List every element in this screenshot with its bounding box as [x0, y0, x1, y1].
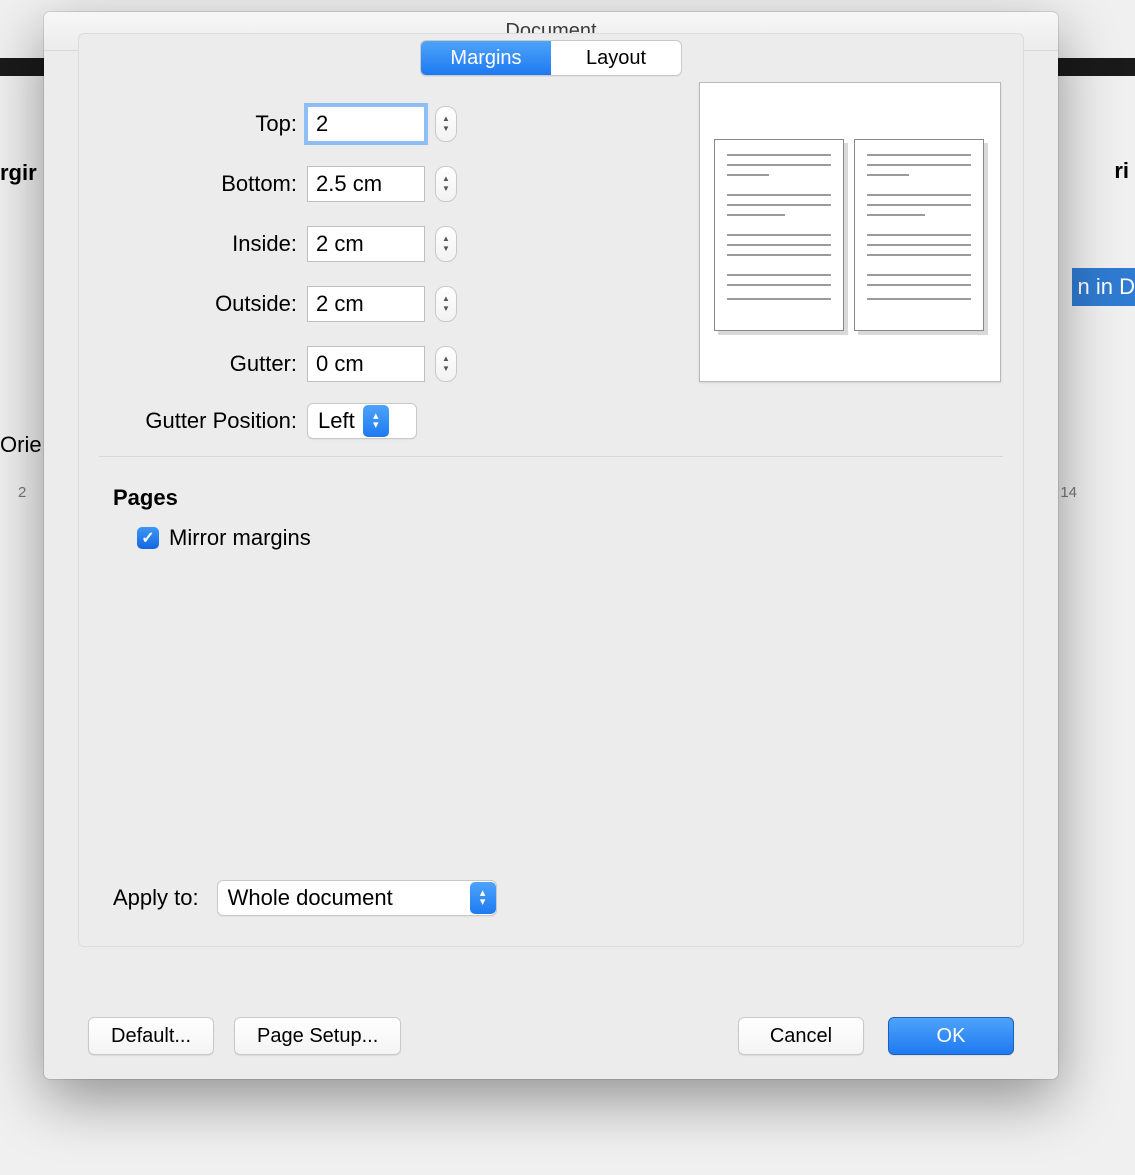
label-outside: Outside: [79, 291, 307, 317]
label-mirror-margins: Mirror margins [169, 525, 311, 551]
pages-heading: Pages [113, 485, 1023, 511]
page-setup-button[interactable]: Page Setup... [234, 1017, 401, 1055]
tab-layout[interactable]: Layout [551, 41, 681, 75]
label-gutter: Gutter: [79, 351, 307, 377]
label-top: Top: [79, 111, 307, 137]
tab-margins[interactable]: Margins [421, 41, 551, 75]
input-outside-margin[interactable] [307, 286, 425, 322]
ruler-mark: 14 [1060, 484, 1077, 501]
input-gutter[interactable] [307, 346, 425, 382]
bg-text: n in D [1072, 268, 1135, 306]
bg-text: ri [1114, 158, 1129, 184]
input-top-margin[interactable] [307, 106, 425, 142]
chevrons-up-down-icon [470, 882, 496, 914]
ok-button[interactable]: OK [888, 1017, 1014, 1055]
bg-text: Orie [0, 432, 42, 458]
select-gutter-position[interactable]: Left [307, 403, 417, 439]
bg-text: rgir [0, 160, 37, 186]
default-button[interactable]: Default... [88, 1017, 214, 1055]
stepper-inside[interactable] [435, 226, 457, 262]
label-gutter-position: Gutter Position: [79, 408, 307, 434]
label-bottom: Bottom: [79, 171, 307, 197]
ruler-mark: 2 [18, 484, 26, 501]
stepper-gutter[interactable] [435, 346, 457, 382]
checkbox-mirror-margins[interactable] [137, 527, 159, 549]
margin-preview [699, 82, 1001, 382]
chevrons-up-down-icon [363, 405, 389, 437]
stepper-bottom[interactable] [435, 166, 457, 202]
stepper-outside[interactable] [435, 286, 457, 322]
select-apply-to[interactable]: Whole document [217, 880, 497, 916]
document-dialog: Document Margins Layout [44, 12, 1058, 1079]
label-inside: Inside: [79, 231, 307, 257]
input-bottom-margin[interactable] [307, 166, 425, 202]
select-apply-to-value: Whole document [228, 885, 462, 911]
cancel-button[interactable]: Cancel [738, 1017, 864, 1055]
label-apply-to: Apply to: [113, 885, 199, 911]
preview-page-right [854, 139, 984, 331]
input-inside-margin[interactable] [307, 226, 425, 262]
preview-page-left [714, 139, 844, 331]
select-gutter-position-value: Left [318, 408, 355, 434]
stepper-top[interactable] [435, 106, 457, 142]
